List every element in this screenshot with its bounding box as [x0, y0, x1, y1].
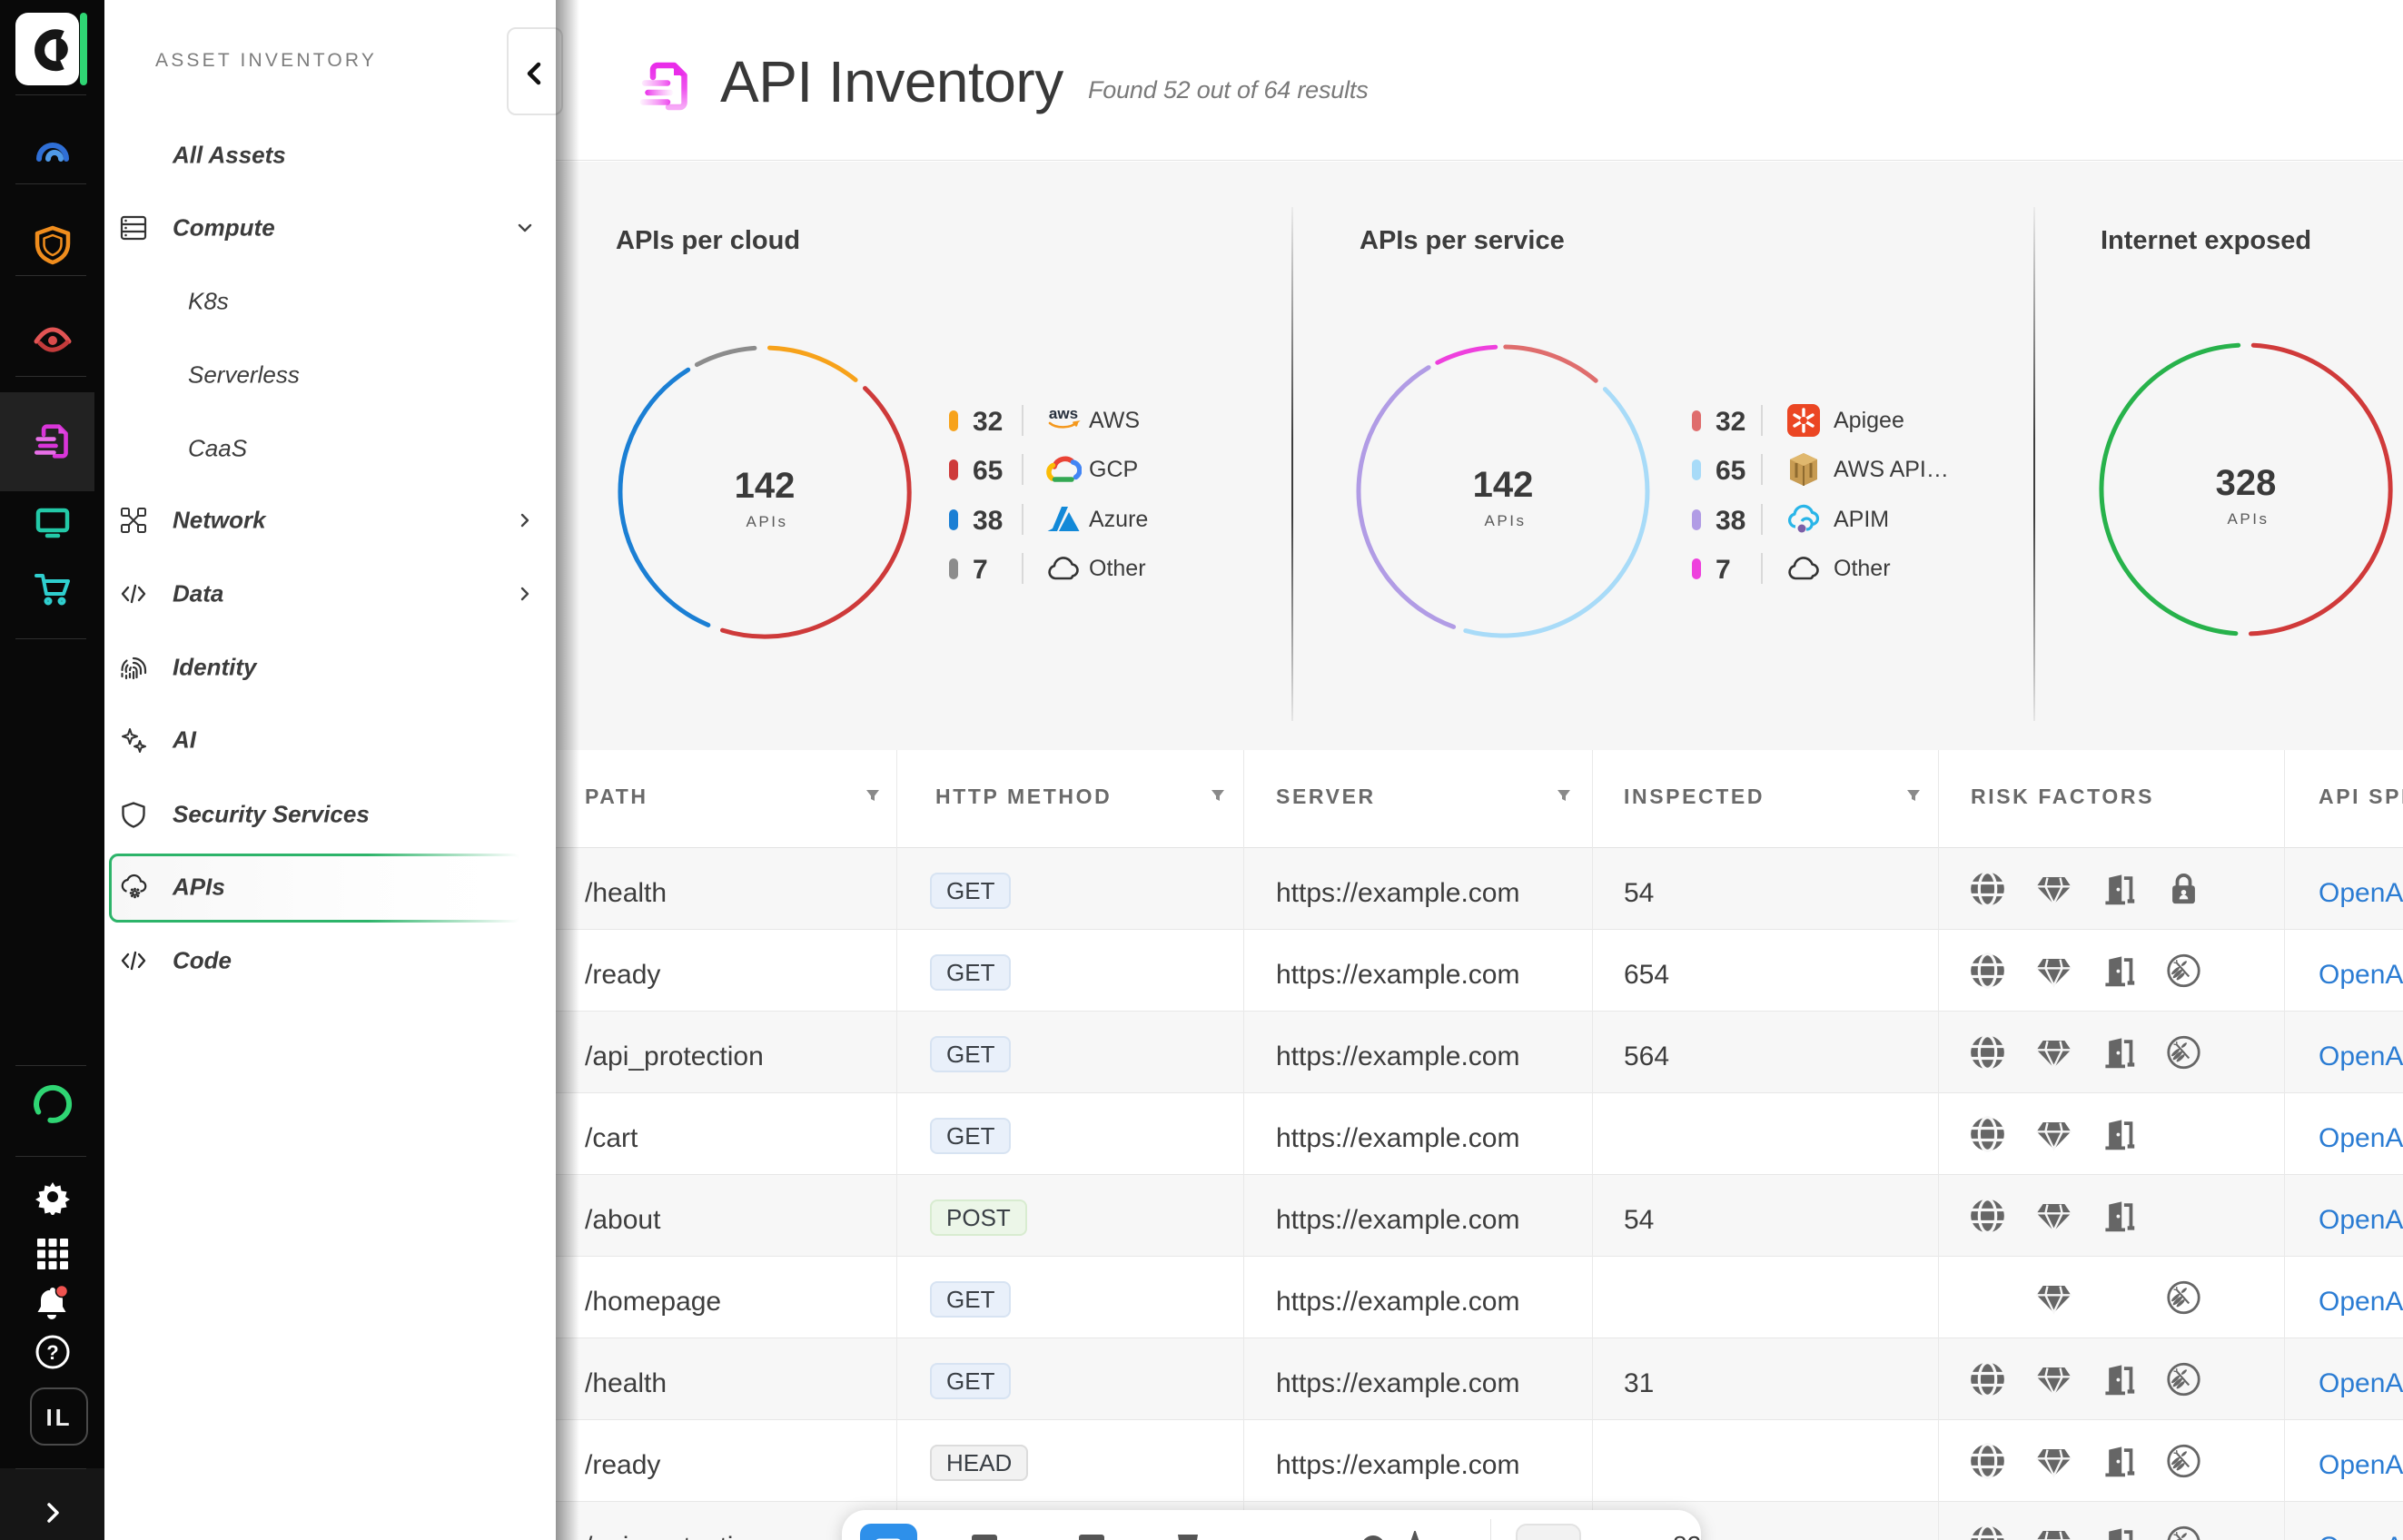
- svg-text:aws: aws: [1049, 405, 1078, 422]
- svg-text:?: ?: [46, 1341, 58, 1364]
